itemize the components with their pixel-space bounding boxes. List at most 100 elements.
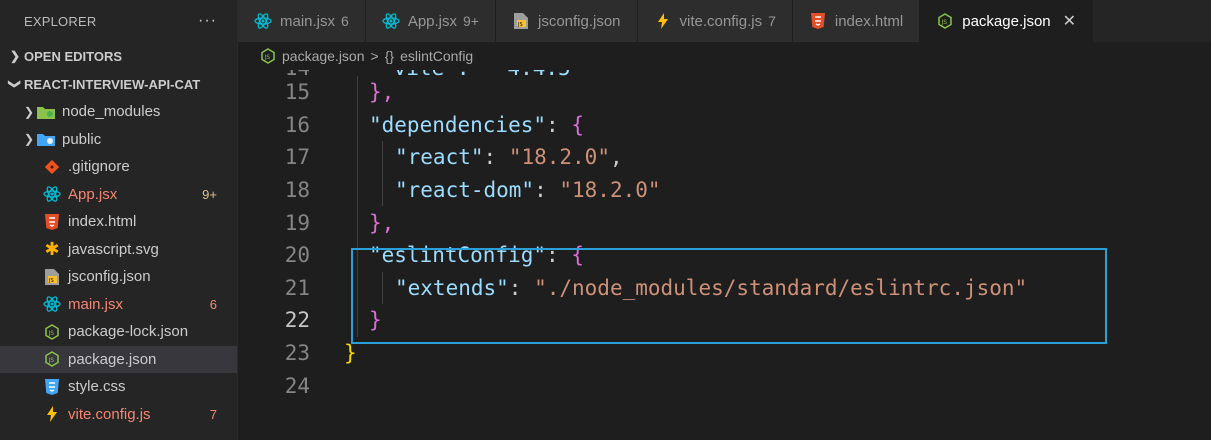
line-number: 23: [284, 341, 310, 366]
tree-item-label: node_modules: [62, 103, 161, 121]
tree-item-label: App.jsx: [68, 185, 118, 203]
more-actions-icon[interactable]: ···: [198, 12, 217, 30]
json-key: "react-dom": [395, 178, 535, 203]
indent-guide: [357, 108, 358, 142]
json-key: "react": [395, 145, 484, 170]
json-colon: :: [546, 112, 572, 137]
html-icon: [42, 213, 62, 231]
tab-label: vite.config.js: [679, 12, 763, 30]
breadcrumb-symbol[interactable]: eslintConfig: [400, 48, 473, 64]
tree-item-index-html[interactable]: index.html: [0, 208, 237, 236]
breadcrumb-separator: >: [370, 48, 379, 64]
svg-text:JS: JS: [941, 19, 948, 26]
code-text: }: [344, 341, 357, 366]
tree-item-label: jsconfig.json: [68, 268, 151, 286]
json-value: "18.2.0": [559, 178, 661, 203]
react-icon: [42, 295, 62, 313]
indent-guide: [382, 141, 383, 174]
tree-item-label: main.jsx: [68, 295, 124, 313]
line-number: 18: [284, 178, 310, 203]
project-section[interactable]: ❯ REACT-INTERVIEW-API-CAT: [0, 70, 237, 98]
tree-item-public[interactable]: ❯ public: [0, 126, 237, 154]
tab-badge: 9+: [463, 13, 479, 29]
tree-item-jsconfig-json[interactable]: JS jsconfig.json: [0, 263, 237, 291]
tree-item-package-json[interactable]: JS package.json: [0, 345, 237, 373]
svg-text:JS: JS: [517, 22, 523, 28]
tab-label: main.jsx: [280, 12, 336, 30]
tree-item-javascript-svg[interactable]: ✱ javascript.svg: [0, 236, 237, 264]
editor-tabs: main.jsx 6 App.jsx 9+ JS jsconfig.json v…: [238, 0, 1211, 42]
tree-item-style-css[interactable]: style.css: [0, 373, 237, 401]
tree-item-node-modules[interactable]: ❯ node_modules: [0, 98, 237, 126]
line-number: 15: [284, 80, 310, 105]
chevron-right-icon: ❯: [23, 132, 35, 147]
tree-item-vite-config-js[interactable]: vite.config.js 7: [0, 401, 237, 429]
problem-badge: 7: [209, 406, 217, 422]
code-line: 15 },: [238, 76, 1211, 109]
tree-item-gitignore[interactable]: .gitignore: [0, 153, 237, 181]
jsconfig-icon: JS: [510, 13, 532, 29]
open-editors-section[interactable]: ❯ OPEN EDITORS: [0, 42, 237, 70]
open-editors-label: OPEN EDITORS: [24, 48, 123, 64]
tab-main-jsx[interactable]: main.jsx 6: [238, 0, 366, 42]
tree-item-app-jsx[interactable]: App.jsx 9+: [0, 181, 237, 209]
tree-item-package-lock-json[interactable]: JS package-lock.json: [0, 318, 237, 346]
tab-app-jsx[interactable]: App.jsx 9+: [365, 0, 496, 42]
explorer-header: EXPLORER ···: [0, 0, 237, 42]
vite-icon: [42, 405, 62, 423]
tab-index-html[interactable]: index.html: [792, 0, 921, 42]
svg-text:JS: JS: [48, 330, 55, 337]
line-number: 20: [284, 243, 310, 268]
code-line: 24: [238, 369, 1211, 402]
line-number: 17: [284, 145, 310, 170]
code-editor[interactable]: 14 "vite": "^4.4.5" 15 }, 16 "dependenci…: [238, 70, 1211, 440]
code-text: },: [369, 80, 395, 105]
indent-guide: [357, 141, 358, 174]
tab-package-json[interactable]: JS package.json ✕: [920, 0, 1094, 42]
tree-item-main-jsx[interactable]: main.jsx 6: [0, 291, 237, 319]
tab-jsconfig-json[interactable]: JS jsconfig.json: [495, 0, 638, 42]
explorer-title: EXPLORER: [24, 13, 97, 29]
tree-item-label: package.json: [68, 350, 157, 368]
svg-text:JS: JS: [264, 54, 271, 61]
project-label: REACT-INTERVIEW-API-CAT: [24, 76, 201, 92]
tab-label: jsconfig.json: [537, 12, 621, 30]
line-number: 24: [284, 373, 310, 398]
indent-guide: [357, 206, 358, 239]
tree-item-label: style.css: [68, 378, 126, 396]
tab-vite-config-js[interactable]: vite.config.js 7: [637, 0, 793, 42]
svg-icon: ✱: [44, 238, 60, 259]
tab-label: package.json: [962, 12, 1051, 30]
nodejs-icon: JS: [42, 323, 62, 341]
git-icon: [42, 158, 62, 176]
react-icon: [380, 13, 402, 29]
problem-badge: 6: [209, 296, 217, 312]
nodejs-icon: JS: [42, 350, 62, 368]
tree-item-label: package-lock.json: [68, 323, 189, 341]
nodejs-icon: JS: [260, 48, 276, 64]
nodejs-icon: JS: [934, 13, 956, 29]
json-value: "18.2.0": [508, 145, 610, 170]
code-text: "dependencies": {: [369, 113, 584, 137]
indent-guide: [382, 173, 383, 207]
highlight-box: [351, 248, 1107, 344]
json-comma: ,: [609, 145, 623, 170]
css-icon: [42, 378, 62, 396]
indent-guide: [357, 76, 358, 109]
tree-item-label: index.html: [68, 213, 137, 231]
breadcrumb-file[interactable]: package.json: [282, 48, 365, 64]
braces-icon: {}: [384, 48, 395, 64]
svg-text:JS: JS: [48, 357, 55, 364]
chevron-right-icon: ❯: [9, 49, 21, 63]
close-icon[interactable]: ✕: [1063, 11, 1076, 31]
line-number: 22: [284, 308, 310, 333]
tab-badge: 7: [768, 13, 776, 29]
tab-label: index.html: [834, 12, 904, 30]
indent-guide: [357, 173, 358, 207]
json-key: "dependencies": [369, 112, 547, 137]
explorer-sidebar: EXPLORER ··· ❯ OPEN EDITORS ❯ REACT-INTE…: [0, 0, 238, 440]
react-icon: [42, 185, 62, 203]
json-colon: :: [483, 145, 509, 170]
html-icon: [807, 13, 829, 29]
code-text: "react-dom": "18.2.0": [395, 178, 661, 202]
